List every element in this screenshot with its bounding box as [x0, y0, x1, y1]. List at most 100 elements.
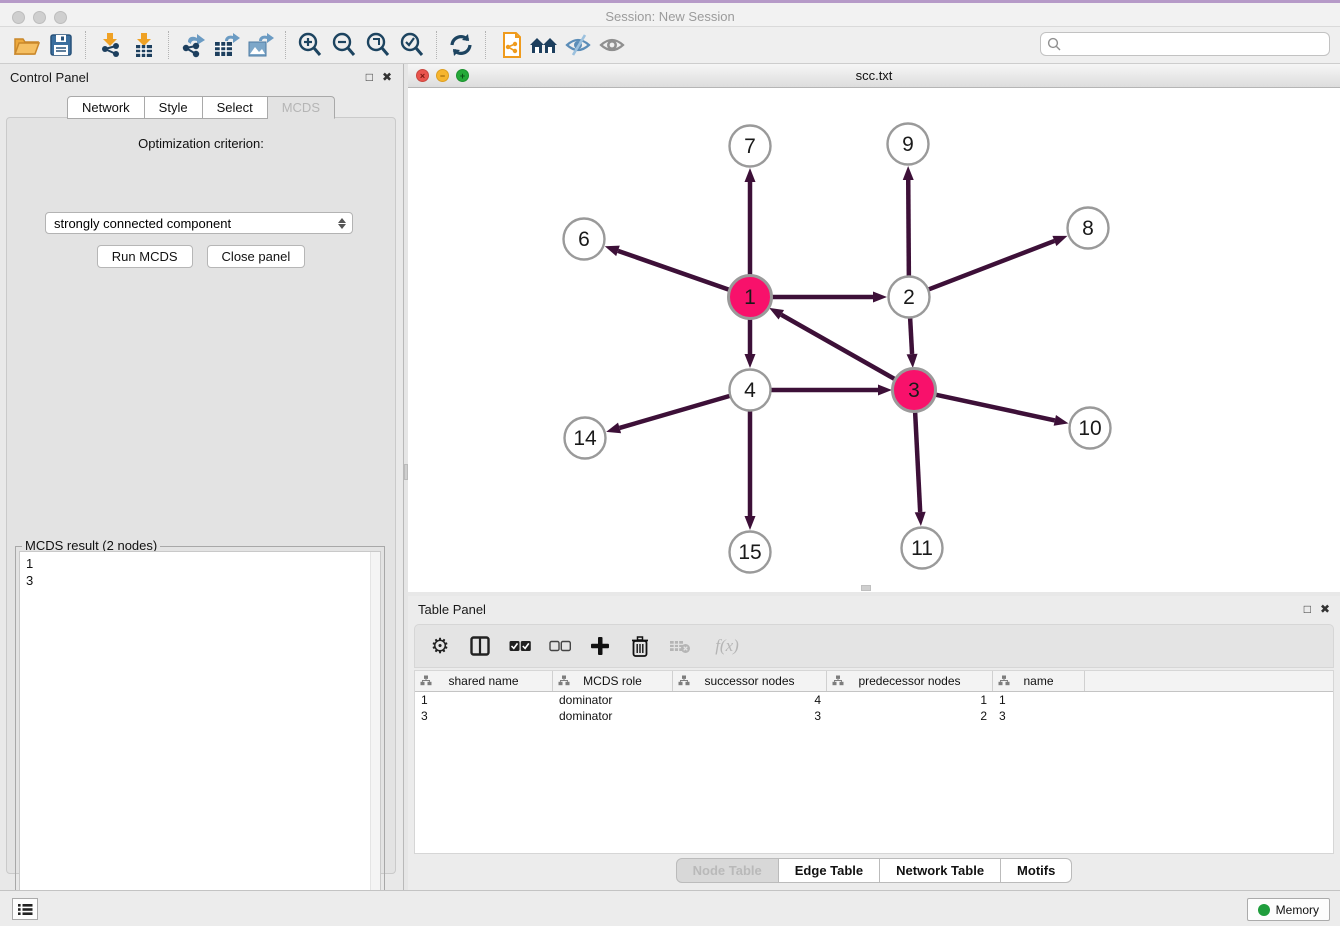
- network-canvas[interactable]: 7968124314101511: [408, 88, 1340, 592]
- graph-edge[interactable]: [618, 251, 730, 290]
- import-table-icon: [132, 32, 156, 58]
- attribute-type-icon: [832, 675, 844, 686]
- export-network-button[interactable]: [176, 29, 210, 61]
- tab-network[interactable]: Network: [67, 96, 145, 119]
- memory-status-icon: [1258, 904, 1270, 916]
- network-window-title: scc.txt: [408, 68, 1340, 83]
- memory-button[interactable]: Memory: [1247, 898, 1330, 921]
- tab-style[interactable]: Style: [145, 96, 203, 119]
- network-window-titlebar[interactable]: scc.txt × − +: [408, 64, 1340, 88]
- float-panel-icon[interactable]: □: [1304, 602, 1311, 616]
- float-panel-icon[interactable]: □: [366, 70, 373, 84]
- graph-edge[interactable]: [910, 318, 912, 354]
- table-cell[interactable]: 2: [827, 708, 993, 724]
- function-builder-button[interactable]: f(x): [707, 633, 747, 659]
- zoom-out-button[interactable]: [327, 29, 361, 61]
- graph-edge[interactable]: [781, 315, 895, 380]
- close-panel-icon[interactable]: ✖: [382, 70, 392, 84]
- graph-edge[interactable]: [908, 180, 909, 276]
- node-label: 3: [908, 379, 920, 402]
- result-scrollbar[interactable]: [370, 552, 380, 919]
- mcds-result-group: MCDS result (2 nodes) 1 3: [15, 546, 385, 924]
- show-hidden-button[interactable]: [595, 29, 629, 61]
- table-settings-button[interactable]: ⚙: [427, 633, 453, 659]
- network-view-window: scc.txt × − + 7968124314101511: [408, 64, 1340, 596]
- table-cell[interactable]: 3: [673, 708, 827, 724]
- tab-motifs[interactable]: Motifs: [1001, 858, 1072, 883]
- save-session-button[interactable]: [44, 29, 78, 61]
- search-input[interactable]: [1061, 37, 1329, 51]
- column-header-shared-name[interactable]: shared name: [415, 671, 553, 691]
- import-network-button[interactable]: [93, 29, 127, 61]
- edge-arrowhead: [915, 512, 926, 526]
- table-panel-title: Table Panel: [418, 602, 1295, 617]
- run-mcds-button[interactable]: Run MCDS: [97, 245, 193, 268]
- table-tabbar: Node Table Edge Table Network Table Moti…: [408, 858, 1340, 883]
- table-row[interactable]: 3dominator323: [415, 708, 1333, 724]
- delete-column-button[interactable]: [627, 633, 653, 659]
- open-session-button[interactable]: [10, 29, 44, 61]
- criterion-value: strongly connected component: [54, 216, 231, 231]
- export-image-icon: [247, 32, 275, 58]
- close-panel-icon[interactable]: ✖: [1320, 602, 1330, 616]
- canvas-scroll-thumb[interactable]: [861, 585, 871, 591]
- table-row[interactable]: 1dominator411: [415, 692, 1333, 708]
- graph-edge[interactable]: [935, 394, 1055, 420]
- edge-arrowhead: [606, 423, 621, 434]
- graph-edge[interactable]: [929, 241, 1055, 289]
- column-header-predecessor-nodes[interactable]: predecessor nodes: [827, 671, 993, 691]
- table-cell[interactable]: dominator: [553, 708, 673, 724]
- network-overview-icon: [528, 34, 560, 56]
- zoom-in-button[interactable]: [293, 29, 327, 61]
- hide-selected-button[interactable]: [561, 29, 595, 61]
- table-cell[interactable]: 1: [827, 692, 993, 708]
- import-table-button[interactable]: [127, 29, 161, 61]
- new-network-from-selection-button[interactable]: [493, 29, 527, 61]
- deselect-all-columns-button[interactable]: [547, 633, 573, 659]
- attribute-type-icon: [420, 675, 432, 686]
- zoom-out-icon: [331, 32, 357, 58]
- tab-network-table[interactable]: Network Table: [880, 858, 1001, 883]
- delete-table-button[interactable]: [667, 633, 693, 659]
- criterion-select[interactable]: strongly connected component: [45, 212, 353, 234]
- table-cell[interactable]: 4: [673, 692, 827, 708]
- app-titlebar: Session: New Session: [0, 0, 1340, 27]
- apply-layout-button[interactable]: [444, 29, 478, 61]
- column-header-name[interactable]: name: [993, 671, 1085, 691]
- close-panel-button[interactable]: Close panel: [207, 245, 306, 268]
- select-all-columns-button[interactable]: [507, 633, 533, 659]
- export-image-button[interactable]: [244, 29, 278, 61]
- import-network-icon: [98, 32, 122, 58]
- tab-mcds[interactable]: MCDS: [268, 96, 335, 119]
- zoom-fit-button[interactable]: [361, 29, 395, 61]
- status-bar: Memory: [0, 890, 1340, 926]
- create-column-button[interactable]: [587, 633, 613, 659]
- node-table: shared nameMCDS rolesuccessor nodesprede…: [414, 670, 1334, 854]
- node-label: 15: [738, 541, 761, 564]
- table-cell[interactable]: 3: [993, 708, 1085, 724]
- tab-edge-table[interactable]: Edge Table: [779, 858, 880, 883]
- column-header-successor-nodes[interactable]: successor nodes: [673, 671, 827, 691]
- mcds-result-textarea[interactable]: 1 3: [19, 551, 381, 920]
- plus-icon: [590, 636, 610, 656]
- search-field[interactable]: [1040, 32, 1330, 56]
- tab-select[interactable]: Select: [203, 96, 268, 119]
- task-history-button[interactable]: [12, 898, 38, 920]
- table-cell[interactable]: dominator: [553, 692, 673, 708]
- node-label: 2: [903, 286, 915, 309]
- attribute-type-icon: [678, 675, 690, 686]
- table-cell[interactable]: 1: [993, 692, 1085, 708]
- attribute-type-icon: [558, 675, 570, 686]
- tab-node-table[interactable]: Node Table: [676, 858, 779, 883]
- table-cell[interactable]: 1: [415, 692, 553, 708]
- column-browser-button[interactable]: [467, 633, 493, 659]
- column-header-MCDS-role[interactable]: MCDS role: [553, 671, 673, 691]
- toolbar-separator: [85, 31, 86, 59]
- zoom-selected-button[interactable]: [395, 29, 429, 61]
- network-overview-button[interactable]: [527, 29, 561, 61]
- graph-edge[interactable]: [915, 411, 920, 512]
- graph-edge[interactable]: [620, 396, 730, 428]
- node-label: 1: [744, 286, 756, 309]
- table-cell[interactable]: 3: [415, 708, 553, 724]
- export-table-button[interactable]: [210, 29, 244, 61]
